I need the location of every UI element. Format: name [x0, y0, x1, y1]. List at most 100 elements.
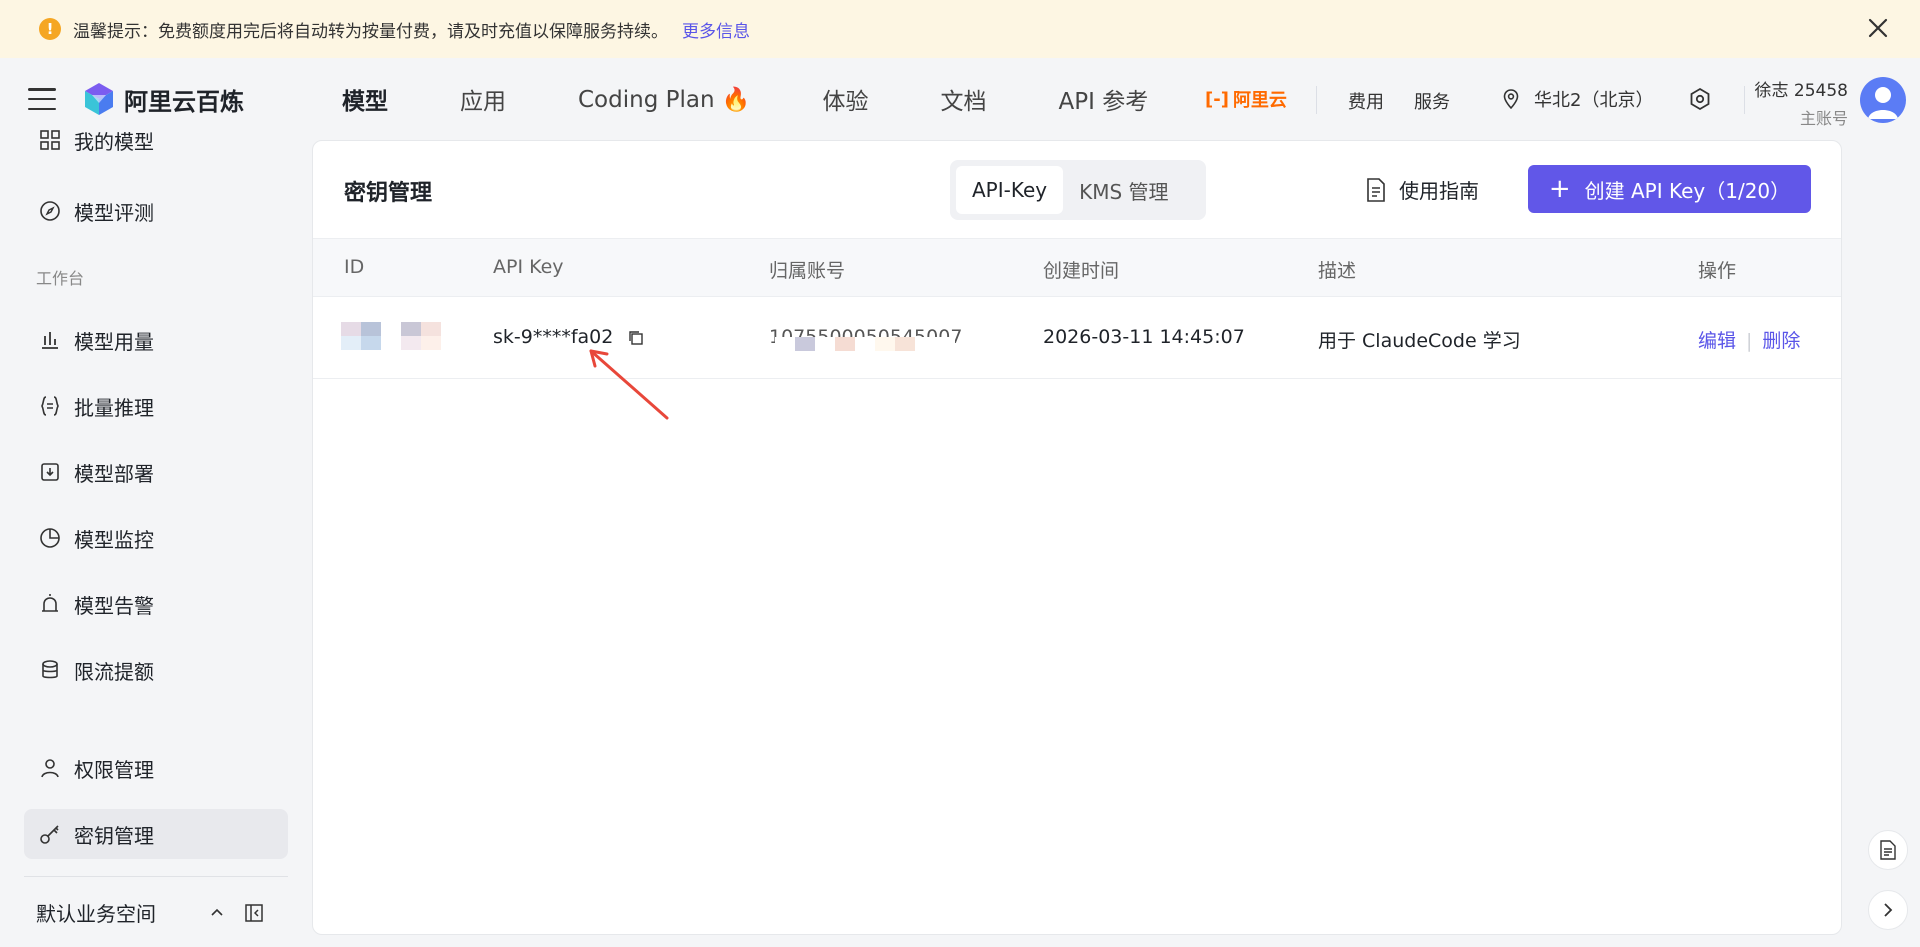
usage-guide-label: 使用指南 [1399, 179, 1479, 203]
top-nav: 阿里云百炼 模型 应用 Coding Plan 🔥 体验 文档 API 参考 [… [0, 58, 1920, 140]
nav-apps[interactable]: 应用 [460, 82, 506, 116]
id-redacted-mosaic [341, 322, 441, 336]
nav-divider [1316, 86, 1317, 114]
fire-icon: 🔥 [721, 86, 751, 113]
sidebar-item-label: 模型部署 [74, 461, 154, 486]
api-key-value: sk-9****fa02 [493, 326, 645, 348]
tab-api-key[interactable]: API-Key [956, 166, 1064, 214]
usage-guide-link[interactable]: 使用指南 [1365, 175, 1479, 204]
sidebar-divider [24, 876, 288, 877]
sidebar-item-permissions[interactable]: 权限管理 [24, 743, 288, 793]
sidebar-item-rate-limit[interactable]: 限流提额 [24, 645, 288, 695]
sidebar-item-label: 模型监控 [74, 527, 154, 552]
nav-experience[interactable]: 体验 [823, 82, 869, 116]
gear-icon[interactable] [1688, 87, 1712, 111]
sidebar-item-my-models[interactable]: 我的模型 [24, 122, 288, 158]
document-icon [1880, 840, 1896, 860]
alarm-icon [42, 594, 58, 612]
delete-link[interactable]: 删除 [1762, 330, 1800, 352]
sidebar-item-label: 模型评测 [74, 200, 154, 225]
nav-fees[interactable]: 费用 [1348, 88, 1384, 114]
bar-chart-icon [42, 332, 58, 349]
copy-icon[interactable] [627, 329, 645, 347]
floating-expand-button[interactable] [1868, 890, 1908, 930]
database-icon [42, 660, 58, 679]
sidebar-item-key-management[interactable]: 密钥管理 [24, 809, 288, 859]
nav-coding-plan-label: Coding Plan [578, 86, 715, 113]
sidebar-section-workbench: 工作台 [36, 269, 85, 288]
grid-icon [40, 130, 60, 150]
logo-text: 阿里云百炼 [124, 87, 244, 116]
workspace-label: 默认业务空间 [36, 902, 156, 926]
compass-icon [40, 201, 60, 221]
workspace-selector[interactable]: 默认业务空间 [36, 898, 286, 927]
sidebar-item-model-eval[interactable]: 模型评测 [24, 186, 288, 236]
notice-more-link[interactable]: 更多信息 [682, 17, 750, 42]
nav-divider [1744, 86, 1745, 114]
sidebar-item-label: 批量推理 [74, 395, 154, 420]
avatar[interactable] [1860, 77, 1906, 123]
user-info[interactable]: 徐志 25458 主账号 [1755, 76, 1848, 129]
table-row: sk-9****fa02 1075500050545007 2026-03-11… [313, 297, 1841, 379]
account-redacted-mosaic [775, 337, 955, 351]
sidebar-item-label: 权限管理 [74, 757, 154, 782]
column-header-id: ID [344, 256, 365, 278]
action-divider: | [1746, 330, 1753, 352]
nav-model[interactable]: 模型 [342, 82, 388, 116]
nav-service[interactable]: 服务 [1414, 88, 1450, 114]
create-api-key-label: 创建 API Key（1/20） [1584, 178, 1791, 203]
sidebar-item-deploy[interactable]: 模型部署 [24, 447, 288, 497]
plus-icon: + [1548, 174, 1571, 204]
sidebar-item-batch-inference[interactable]: 批量推理 [24, 381, 288, 431]
column-header-created: 创建时间 [1043, 260, 1120, 282]
close-icon[interactable] [1864, 14, 1892, 42]
floating-doc-button[interactable] [1868, 830, 1908, 870]
user-role: 主账号 [1799, 109, 1848, 128]
location-pin-icon [1503, 89, 1519, 110]
column-header-account: 归属账号 [769, 260, 846, 282]
api-key-text: sk-9****fa02 [493, 326, 614, 348]
braces-icon [41, 396, 59, 416]
chevron-up-icon[interactable] [208, 904, 226, 922]
pie-chart-icon [40, 528, 60, 548]
edit-link[interactable]: 编辑 [1698, 330, 1736, 352]
nav-docs[interactable]: 文档 [941, 82, 987, 116]
page-title: 密钥管理 [344, 181, 433, 206]
user-name: 徐志 25458 [1754, 81, 1848, 101]
warning-icon: ! [39, 18, 61, 40]
tab-group: API-Key KMS 管理 [950, 160, 1206, 220]
sidebar-item-label: 密钥管理 [74, 823, 154, 848]
logo[interactable]: 阿里云百炼 [82, 82, 244, 117]
aliyun-link[interactable]: [-] 阿里云 [1205, 86, 1287, 112]
aliyun-logo-icon: [-] [1205, 88, 1229, 110]
tab-kms[interactable]: KMS 管理 [1063, 166, 1184, 214]
create-api-key-button[interactable]: + 创建 API Key（1/20） [1528, 165, 1811, 213]
hamburger-menu-icon[interactable] [28, 88, 56, 110]
nav-api-reference[interactable]: API 参考 [1059, 82, 1149, 116]
sidebar-item-monitor[interactable]: 模型监控 [24, 513, 288, 563]
sidebar-item-label: 我的模型 [74, 129, 154, 154]
main-nav: 模型 应用 Coding Plan 🔥 体验 文档 API 参考 [342, 58, 1220, 140]
row-actions: 编辑 | 删除 [1698, 326, 1800, 353]
id-redacted-mosaic [341, 336, 441, 350]
key-management-panel: 密钥管理 API-Key KMS 管理 使用指南 + 创建 API Key（1/… [312, 140, 1842, 935]
table-header: ID API Key 归属账号 创建时间 描述 操作 [313, 238, 1841, 297]
notice-text: 温馨提示：免费额度用完后将自动转为按量付费，请及时充值以保障服务持续。 [73, 21, 668, 42]
nav-coding-plan[interactable]: Coding Plan 🔥 [578, 86, 751, 113]
region-label: 华北2（北京） [1534, 90, 1654, 111]
sidebar-item-alarm[interactable]: 模型告警 [24, 579, 288, 629]
description: 用于 ClaudeCode 学习 [1318, 330, 1521, 352]
created-time: 2026-03-11 14:45:07 [1043, 326, 1245, 348]
column-header-description: 描述 [1318, 260, 1357, 282]
sidebar-item-usage[interactable]: 模型用量 [24, 315, 288, 365]
aliyun-label: 阿里云 [1232, 90, 1287, 111]
bailian-logo-icon [85, 83, 113, 115]
user-avatar-icon [1868, 87, 1898, 119]
document-icon [1367, 177, 1385, 202]
collapse-sidebar-icon[interactable] [244, 903, 264, 923]
column-header-actions: 操作 [1698, 260, 1737, 282]
key-icon [40, 825, 59, 844]
chevron-right-icon [1884, 903, 1893, 917]
region-selector[interactable]: 华北2（北京） [1500, 86, 1653, 112]
download-box-icon [41, 463, 59, 481]
